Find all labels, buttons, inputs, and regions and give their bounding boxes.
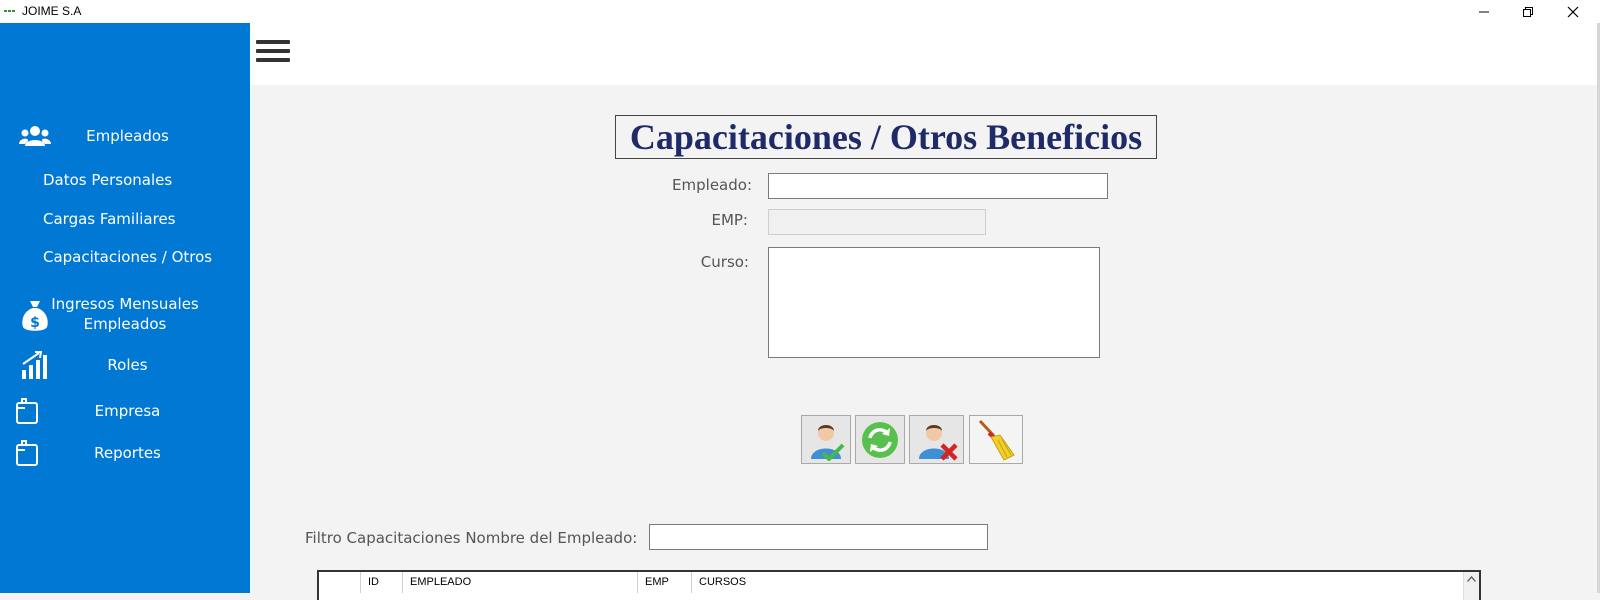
empleado-input[interactable] <box>768 173 1108 199</box>
close-button[interactable] <box>1551 0 1595 23</box>
column-header-empleado[interactable]: EMPLEADO <box>403 572 638 593</box>
refresh-icon <box>862 421 898 458</box>
window-title: JOIME S.A <box>22 4 82 18</box>
report-icon <box>16 440 38 466</box>
sidebar-item-label: Roles <box>107 356 148 374</box>
users-icon <box>19 126 51 146</box>
user-check-icon <box>811 424 845 461</box>
svg-text:$: $ <box>30 315 40 331</box>
grid-scrollbar[interactable] <box>1463 572 1479 600</box>
briefcase-icon <box>16 398 38 424</box>
curso-textarea[interactable] <box>768 247 1100 358</box>
sidebar-item-label-line2: Empleados <box>83 315 167 333</box>
growth-chart-icon <box>22 351 47 379</box>
app-icon <box>4 9 17 14</box>
sidebar-item-empleados[interactable]: Empleados <box>0 122 250 152</box>
sidebar-item-ingresos[interactable]: $ Ingresos Mensuales Empleados <box>0 295 250 337</box>
page-title: Capacitaciones / Otros Beneficios <box>615 115 1157 159</box>
restore-icon <box>1523 6 1533 17</box>
sidebar-item-label: Empresa <box>94 402 161 420</box>
sidebar-item-cargas-familiares[interactable]: Cargas Familiares <box>43 210 176 228</box>
filter-label: Filtro Capacitaciones Nombre del Emplead… <box>305 529 638 547</box>
minimize-button[interactable] <box>1462 0 1506 23</box>
sidebar-item-roles[interactable]: Roles <box>0 348 250 382</box>
top-header <box>250 23 1600 85</box>
close-icon <box>1567 6 1579 17</box>
column-header-id[interactable]: ID <box>361 572 403 593</box>
title-bar: JOIME S.A <box>0 0 1600 23</box>
clear-button[interactable] <box>969 415 1023 464</box>
sidebar-item-reportes[interactable]: Reportes <box>0 438 250 468</box>
sidebar-item-empresa[interactable]: Empresa <box>0 396 250 426</box>
save-button[interactable] <box>801 415 851 464</box>
sidebar-item-label: Empleados <box>86 127 169 145</box>
broom-icon <box>978 419 1015 461</box>
filter-input[interactable] <box>649 524 988 550</box>
grid-row-header <box>319 572 361 593</box>
restore-button[interactable] <box>1506 0 1550 23</box>
column-header-cursos[interactable]: CURSOS <box>692 572 1462 593</box>
user-delete-icon <box>918 424 958 461</box>
menu-toggle-button[interactable] <box>256 40 290 62</box>
money-bag-icon: $ <box>22 301 48 331</box>
scroll-up-icon[interactable] <box>1467 576 1476 582</box>
empleado-label: Empleado: <box>672 176 752 194</box>
delete-button[interactable] <box>909 415 964 464</box>
sidebar-item-label: Reportes <box>94 444 161 462</box>
sidebar-item-capacitaciones[interactable]: Capacitaciones / Otros <box>43 248 212 266</box>
sidebar-item-datos-personales[interactable]: Datos Personales <box>43 171 172 189</box>
minimize-icon <box>1479 11 1489 12</box>
curso-label: Curso: <box>700 253 749 271</box>
grid-header: ID EMPLEADO EMP CURSOS <box>319 572 1479 593</box>
sidebar-item-label: Ingresos Mensuales <box>51 295 199 313</box>
hamburger-icon <box>256 40 290 44</box>
emp-label: EMP: <box>711 211 748 229</box>
column-header-emp[interactable]: EMP <box>638 572 692 593</box>
refresh-button[interactable] <box>855 415 905 464</box>
data-grid[interactable]: ID EMPLEADO EMP CURSOS <box>317 570 1481 600</box>
emp-field <box>768 209 986 235</box>
